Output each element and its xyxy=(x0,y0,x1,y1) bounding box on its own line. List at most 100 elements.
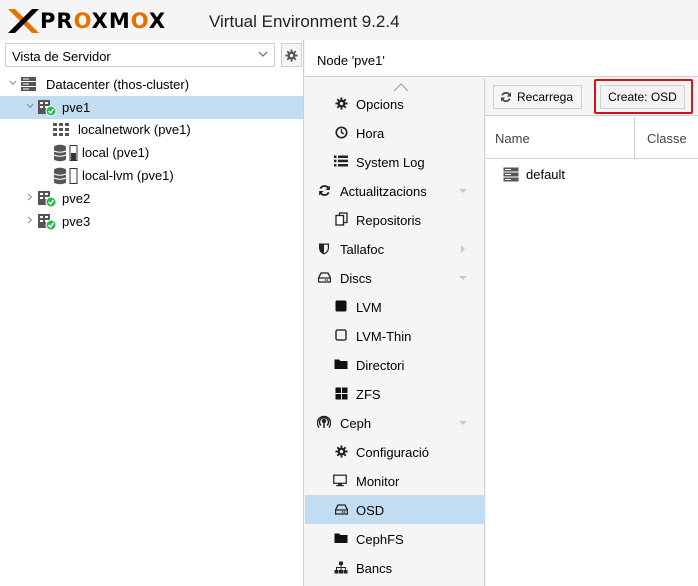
hdd-icon xyxy=(317,270,331,284)
storage-icon xyxy=(53,144,78,162)
node-online-icon xyxy=(38,214,57,231)
refresh-icon xyxy=(501,92,511,102)
gear-icon xyxy=(334,444,348,458)
tree-item-pve2[interactable]: pve2 xyxy=(0,187,303,210)
tree-item-label: Datacenter (thos-cluster) xyxy=(46,77,190,92)
chevron-down-icon[interactable] xyxy=(458,418,468,428)
nav-item-label: System Log xyxy=(356,155,425,170)
node-title-bar: Node 'pve1' xyxy=(305,40,698,77)
folder-icon xyxy=(334,357,348,371)
tree-item-pve1[interactable]: pve1 xyxy=(0,96,303,119)
nav-item-label: Ceph xyxy=(340,416,372,431)
tree-item-pve3[interactable]: pve3 xyxy=(0,210,303,233)
square-outline-icon xyxy=(334,328,348,342)
storage-icon xyxy=(53,167,78,185)
copy-icon xyxy=(334,212,348,226)
desktop-icon xyxy=(333,473,347,487)
nav-item-label: ZFS xyxy=(356,387,381,402)
column-divider[interactable] xyxy=(634,117,635,159)
osd-row-name: default xyxy=(526,167,566,182)
osd-tree-row[interactable]: default xyxy=(486,164,698,186)
app-header: PROXMOX Virtual Environment 9.2.4 xyxy=(0,0,698,40)
refresh-icon xyxy=(317,183,331,197)
chevron-right-icon[interactable] xyxy=(458,244,468,254)
nav-item-label: Opcions xyxy=(356,97,404,112)
datacenter-icon xyxy=(21,77,36,91)
nav-item-label: LVM-Thin xyxy=(356,329,412,344)
nav-item-directori[interactable]: Directori xyxy=(305,350,485,379)
nav-item-label: Bancs xyxy=(356,561,393,576)
nav-item-bancs[interactable]: Bancs xyxy=(305,553,485,582)
chevron-down-icon[interactable] xyxy=(26,102,34,110)
nav-item-osd[interactable]: OSD xyxy=(305,495,485,524)
proxmox-x-icon xyxy=(8,9,39,33)
nav-item-label: CephFS xyxy=(356,532,404,547)
nav-item-label: OSD xyxy=(356,503,385,518)
tree-item-label: pve2 xyxy=(62,191,91,206)
nav-item-zfs[interactable]: ZFS xyxy=(305,379,485,408)
list-icon xyxy=(334,154,348,168)
th-large-icon xyxy=(334,386,348,400)
tree-item-label: pve1 xyxy=(62,100,91,115)
chevron-right-icon[interactable] xyxy=(26,193,34,201)
clock-icon xyxy=(334,125,348,139)
proxmox-wordmark: PROXMOX xyxy=(40,9,167,33)
reload-button-label: Recarrega xyxy=(517,90,574,104)
tree-item-label: local (pve1) xyxy=(82,145,150,160)
server-icon xyxy=(503,167,519,182)
view-select[interactable]: Vista de Servidor xyxy=(5,43,275,67)
nav-item-opcions[interactable]: Opcions xyxy=(305,89,485,118)
tree-item-label: pve3 xyxy=(62,214,91,229)
network-grid-icon xyxy=(53,123,69,136)
nav-item-label: Repositoris xyxy=(356,213,422,228)
tree-item-localnetwork[interactable]: localnetwork (pve1) xyxy=(0,118,303,141)
nav-item-label: Tallafoc xyxy=(340,242,385,257)
square-icon xyxy=(334,299,348,313)
nav-item-discs[interactable]: Discs xyxy=(305,263,485,292)
tree-item-local[interactable]: local (pve1) xyxy=(0,141,303,164)
nav-item-monitor[interactable]: Monitor xyxy=(305,466,485,495)
nav-item-system-log[interactable]: System Log xyxy=(305,147,485,176)
node-online-icon xyxy=(38,100,57,117)
nav-item-repositoris[interactable]: Repositoris xyxy=(305,205,485,234)
tree-item-label: localnetwork (pve1) xyxy=(78,122,191,137)
chevron-down-icon[interactable] xyxy=(458,186,468,196)
nav-item-lvm-thin[interactable]: LVM-Thin xyxy=(305,321,485,350)
app-version-title: Virtual Environment 9.2.4 xyxy=(209,12,400,31)
nav-item-actualitzacions[interactable]: Actualitzacions xyxy=(305,176,485,205)
tree-item-label: local-lvm (pve1) xyxy=(82,168,174,183)
highlight-annotation xyxy=(594,79,693,114)
chevron-down-icon[interactable] xyxy=(9,79,17,87)
chevron-down-icon xyxy=(258,51,268,57)
nav-item-ceph[interactable]: Ceph xyxy=(305,408,485,437)
page-title: Node 'pve1' xyxy=(317,53,385,68)
tree-settings-button[interactable] xyxy=(281,43,302,67)
reload-button[interactable]: Recarrega xyxy=(493,85,582,109)
nav-item-label: LVM xyxy=(356,300,382,315)
tree-item-local-lvm[interactable]: local-lvm (pve1) xyxy=(0,164,303,187)
chevron-down-icon[interactable] xyxy=(458,273,468,283)
gear-icon xyxy=(285,48,298,62)
column-header-classe[interactable]: Classe xyxy=(647,131,687,146)
nav-item-tallafoc[interactable]: Tallafoc xyxy=(305,234,485,263)
nav-item-lvm[interactable]: LVM xyxy=(305,292,485,321)
ceph-icon xyxy=(317,415,331,429)
nav-item-cephfs[interactable]: CephFS xyxy=(305,524,485,553)
view-select-value: Vista de Servidor xyxy=(12,49,111,64)
nav-item-label: Discs xyxy=(340,271,372,286)
chevron-right-icon[interactable] xyxy=(26,216,34,224)
nav-item-hora[interactable]: Hora xyxy=(305,118,485,147)
nav-item-configuracio[interactable]: Configuració xyxy=(305,437,485,466)
nav-item-label: Directori xyxy=(356,358,405,373)
shield-icon xyxy=(317,241,331,255)
nav-item-label: Actualitzacions xyxy=(340,184,427,199)
tree-item-datacenter[interactable]: Datacenter (thos-cluster) xyxy=(0,73,303,96)
osd-content-panel: Recarrega Create: OSD Name Classe defaul… xyxy=(486,78,698,586)
resource-tree-panel: Vista de Servidor Datacenter (thos-clust… xyxy=(0,40,304,586)
hdd-icon xyxy=(334,502,348,516)
osd-grid-header: Name Classe xyxy=(486,117,698,159)
nav-item-label: Hora xyxy=(356,126,385,141)
node-online-icon xyxy=(38,191,57,208)
proxmox-logo[interactable]: PROXMOX xyxy=(8,9,166,33)
column-header-name[interactable]: Name xyxy=(495,131,530,146)
